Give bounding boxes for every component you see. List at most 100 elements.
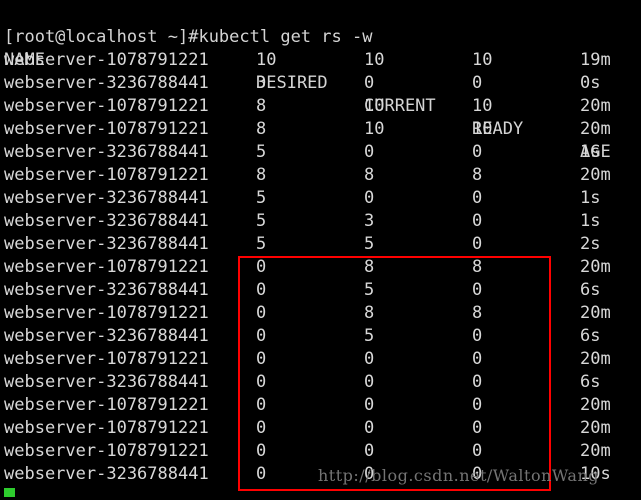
table-row: webserver-1078791221 0 8 8 20m [0,302,641,325]
cell-age: 1s [580,188,601,208]
cell-current: 0 [364,142,375,162]
table-row: webserver-1078791221 0 0 0 20m [0,440,641,463]
cell-ready: 8 [472,303,483,323]
cell-name: webserver-3236788441 [4,211,209,231]
cell-age: 20m [580,395,611,415]
cell-desired: 10 [256,50,277,70]
cell-desired: 0 [256,464,267,484]
cell-name: webserver-1078791221 [4,119,209,139]
cell-desired: 8 [256,96,267,116]
cell-desired: 0 [256,349,267,369]
table-row: webserver-1078791221 0 0 0 20m [0,348,641,371]
cell-current: 5 [364,280,375,300]
cell-ready: 10 [472,119,493,139]
table-row: webserver-3236788441 5 3 0 1s [0,210,641,233]
cell-name: webserver-3236788441 [4,188,209,208]
table-row: webserver-1078791221 8 10 10 20m [0,95,641,118]
cell-name: webserver-1078791221 [4,50,209,70]
table-row: webserver-3236788441 5 0 0 1s [0,187,641,210]
cell-current: 5 [364,326,375,346]
cell-ready: 0 [472,188,483,208]
cell-ready: 8 [472,257,483,277]
cell-ready: 10 [472,96,493,116]
cell-name: webserver-3236788441 [4,464,209,484]
cell-current: 0 [364,395,375,415]
table-row: webserver-3236788441 5 0 0 1s [0,141,641,164]
cell-desired: 0 [256,303,267,323]
cell-ready: 8 [472,165,483,185]
cell-age: 2s [580,234,601,254]
cell-desired: 5 [256,142,267,162]
cell-current: 10 [364,119,385,139]
cell-age: 20m [580,441,611,461]
table-row: webserver-3236788441 0 5 0 6s [0,325,641,348]
cell-current: 0 [364,188,375,208]
cell-name: webserver-3236788441 [4,372,209,392]
cell-name: webserver-1078791221 [4,303,209,323]
cell-desired: 5 [256,188,267,208]
cell-name: webserver-3236788441 [4,234,209,254]
cell-name: webserver-1078791221 [4,257,209,277]
cell-name: webserver-3236788441 [4,280,209,300]
table-row: webserver-3236788441 0 5 0 6s [0,279,641,302]
cell-ready: 0 [472,395,483,415]
cell-age: 20m [580,418,611,438]
cell-current: 10 [364,50,385,70]
cell-ready: 0 [472,326,483,346]
cell-name: webserver-1078791221 [4,96,209,116]
cell-ready: 10 [472,50,493,70]
cell-age: 19m [580,50,611,70]
cell-age: 0s [580,73,601,93]
cell-age: 20m [580,96,611,116]
cell-current: 0 [364,73,375,93]
cell-desired: 0 [256,257,267,277]
table-row: webserver-1078791221 0 0 0 20m [0,394,641,417]
cell-current: 0 [364,349,375,369]
table-row: webserver-1078791221 8 10 10 20m [0,118,641,141]
cell-desired: 5 [256,234,267,254]
table-row: webserver-3236788441 0 0 0 6s [0,371,641,394]
cell-age: 6s [580,280,601,300]
cell-age: 1s [580,211,601,231]
cell-ready: 0 [472,280,483,300]
table-row: webserver-1078791221 0 8 8 20m [0,256,641,279]
table-row: webserver-1078791221 10 10 10 19m [0,49,641,72]
cell-current: 8 [364,257,375,277]
cell-desired: 0 [256,326,267,346]
terminal-cursor [4,488,15,497]
cell-name: webserver-1078791221 [4,418,209,438]
cell-age: 20m [580,303,611,323]
cell-name: webserver-1078791221 [4,349,209,369]
cell-current: 3 [364,211,375,231]
cell-name: webserver-1078791221 [4,441,209,461]
cell-age: 6s [580,326,601,346]
cell-name: webserver-1078791221 [4,395,209,415]
cell-ready: 0 [472,73,483,93]
cell-desired: 0 [256,280,267,300]
cell-ready: 0 [472,211,483,231]
table-row: webserver-1078791221 0 0 0 20m [0,417,641,440]
cell-desired: 8 [256,119,267,139]
cell-ready: 0 [472,418,483,438]
cell-current: 0 [364,441,375,461]
cell-age: 20m [580,119,611,139]
cell-desired: 8 [256,165,267,185]
cell-ready: 0 [472,441,483,461]
cell-current: 8 [364,165,375,185]
table-row: webserver-3236788441 3 0 0 0s [0,72,641,95]
table-row: webserver-1078791221 8 8 8 20m [0,164,641,187]
cell-age: 20m [580,349,611,369]
cell-desired: 0 [256,441,267,461]
cell-desired: 0 [256,372,267,392]
cell-ready: 0 [472,142,483,162]
cell-name: webserver-3236788441 [4,73,209,93]
cell-age: 20m [580,257,611,277]
cell-name: webserver-1078791221 [4,165,209,185]
cell-name: webserver-3236788441 [4,142,209,162]
cell-desired: 0 [256,418,267,438]
terminal-window[interactable]: [root@localhost ~]#kubectl get rs -w NAM… [0,0,641,500]
cell-name: webserver-3236788441 [4,326,209,346]
cell-age: 6s [580,372,601,392]
table-header-row: NAME DESIRED CURRENT READY AGE [0,26,641,162]
cell-current: 0 [364,372,375,392]
